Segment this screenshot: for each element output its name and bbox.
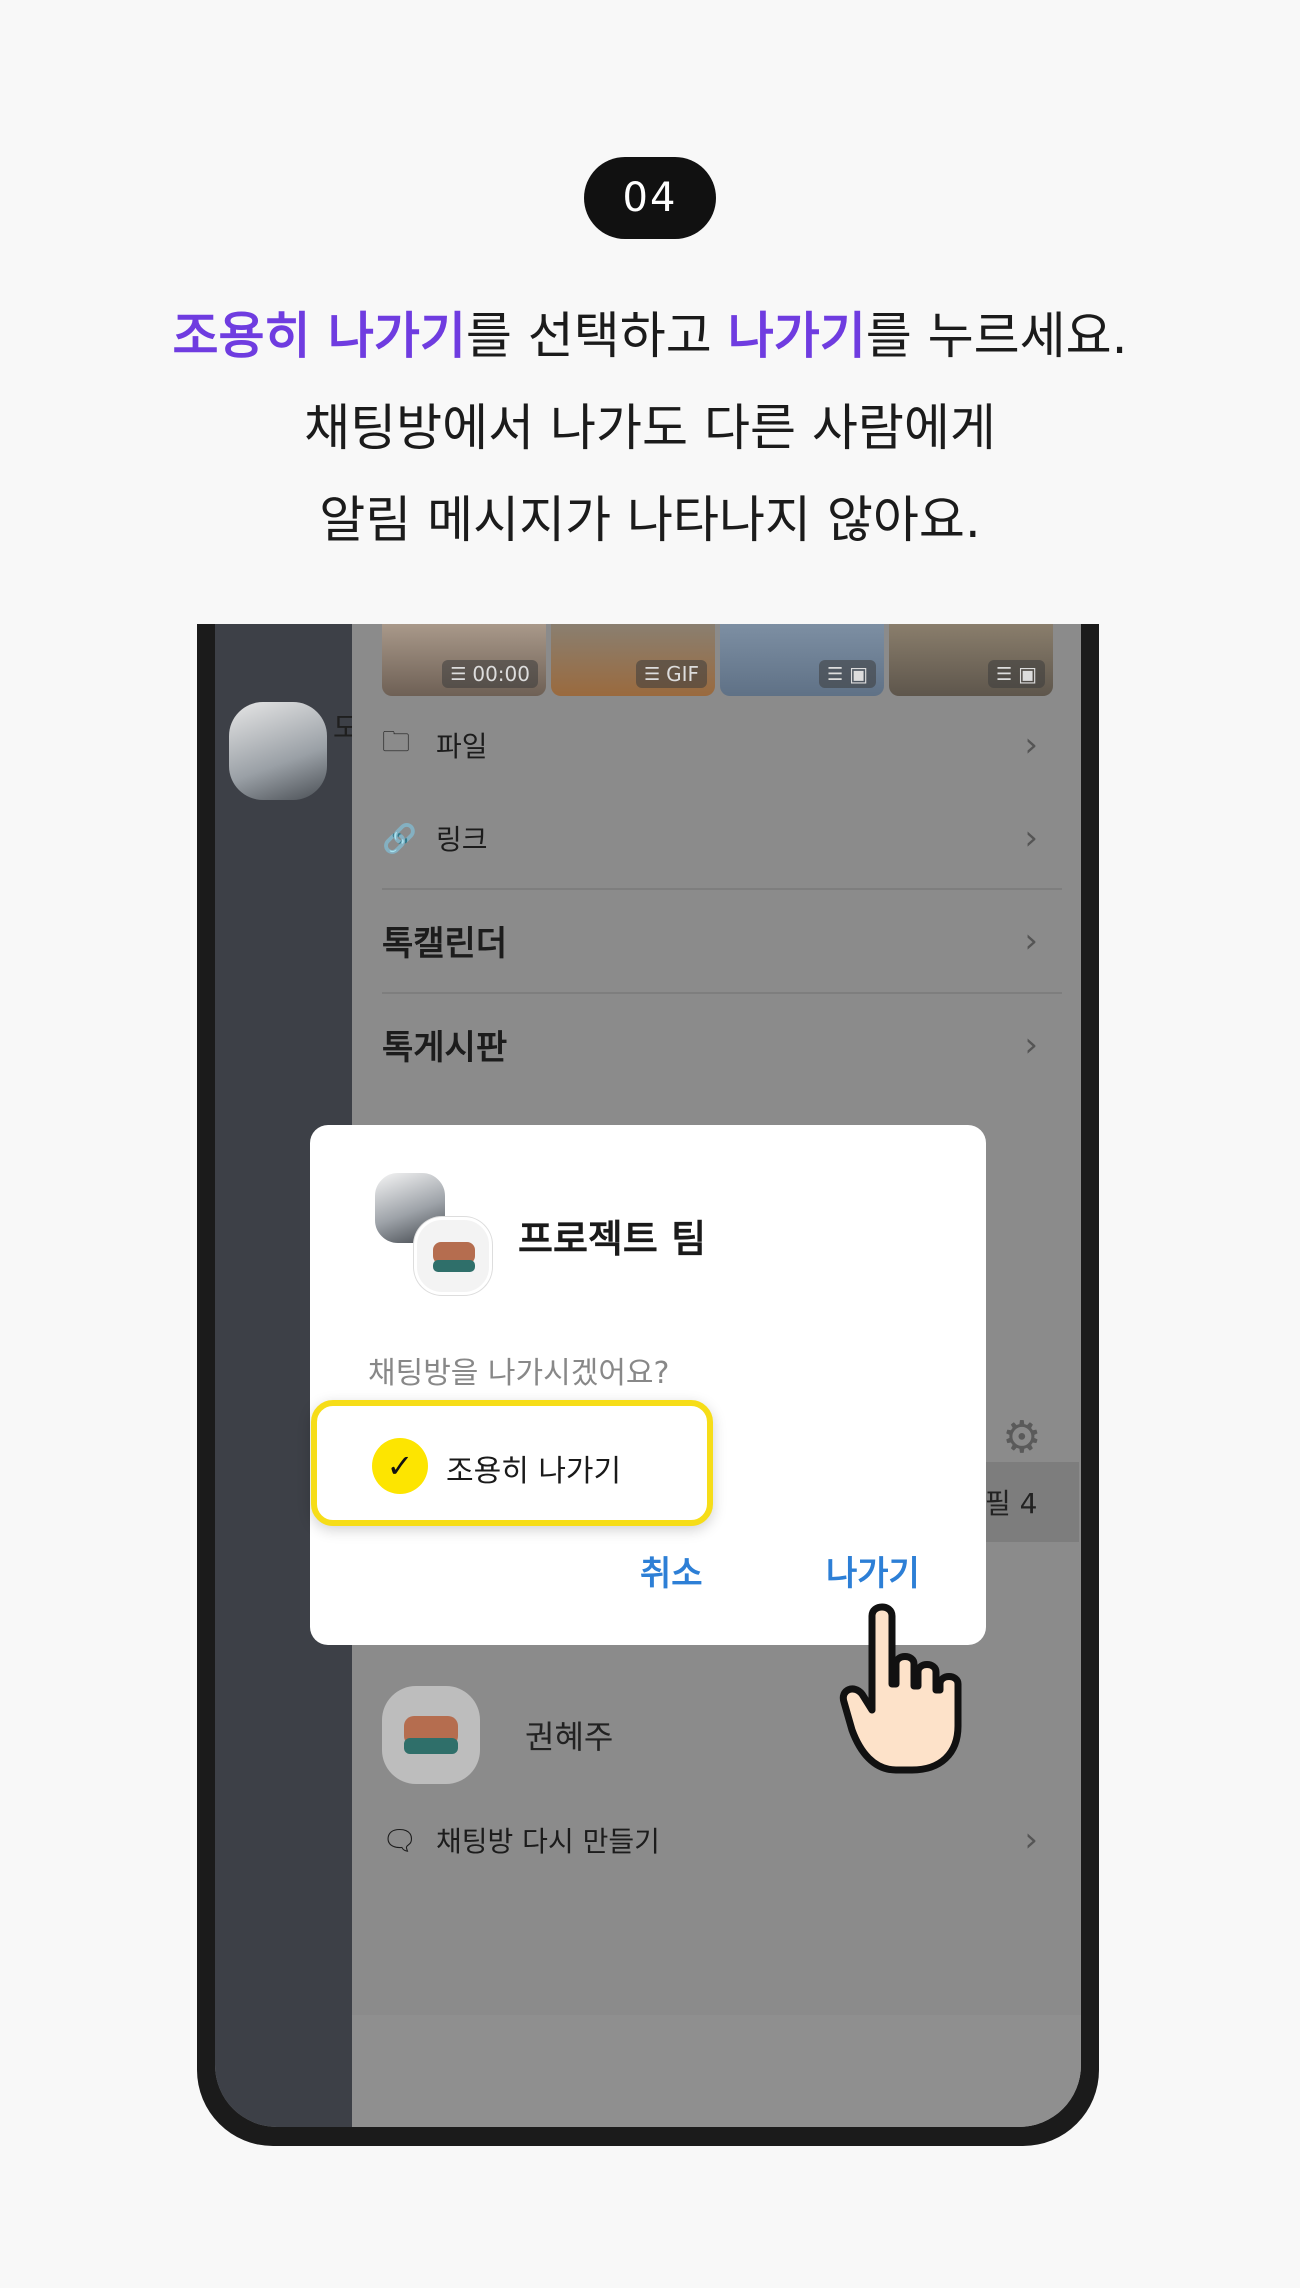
media-thumb[interactable]: ☰ ▣ xyxy=(889,624,1053,696)
media-thumb[interactable]: ☰ 00:00 xyxy=(382,624,546,696)
quiet-leave-label: 조용히 나가기 xyxy=(446,1454,622,1489)
menu-calendar-label: 톡캘린더 xyxy=(382,924,508,964)
step-badge: 04 xyxy=(584,157,716,239)
room-name: 프로젝트 팀 xyxy=(518,1217,707,1261)
instruction-headline: 조용히 나가기를 선택하고 나가기를 누르세요. 채팅방에서 나가도 다른 사람… xyxy=(0,290,1300,566)
menu-board[interactable]: 톡게시판 › xyxy=(382,1020,1062,1069)
check-icon[interactable]: ✓ xyxy=(372,1438,428,1494)
media-thumbnails: ☰ 00:00 ☰ GIF ☰ ▣ ☰ ▣ xyxy=(382,624,1053,696)
menu-files-label: 파일 xyxy=(436,730,488,763)
headline-text: 를 누르세요. xyxy=(865,307,1128,365)
chevron-right-icon: › xyxy=(1024,920,1038,961)
avatar xyxy=(229,702,327,800)
menu-links-label: 링크 xyxy=(436,823,488,856)
chevron-right-icon: › xyxy=(1024,1024,1038,1065)
leave-button[interactable]: 나가기 xyxy=(826,1546,920,1595)
headline-line-2: 채팅방에서 나가도 다른 사람에게 xyxy=(304,399,996,457)
member-name[interactable]: 권혜주 xyxy=(525,1712,613,1758)
lines-icon: ☰ xyxy=(643,663,661,685)
lines-icon: ☰ xyxy=(450,663,467,685)
lines-icon: ☰ xyxy=(826,663,844,685)
gif-label: GIF xyxy=(666,662,699,686)
gear-icon[interactable]: ⚙ xyxy=(1002,1412,1041,1463)
leave-question: 채팅방을 나가시겠어요? xyxy=(368,1356,670,1391)
link-icon: 🔗 xyxy=(382,821,417,855)
folder-icon: 🗀 xyxy=(382,725,411,758)
pointing-hand-icon xyxy=(839,1603,962,1774)
menu-calendar[interactable]: 톡캘린더 › xyxy=(382,916,1062,965)
media-thumb[interactable]: ☰ ▣ xyxy=(720,624,884,696)
remake-chatroom-label: 채팅방 다시 만들기 xyxy=(436,1825,660,1858)
remake-chatroom[interactable]: 🗨 채팅방 다시 만들기 › xyxy=(382,1820,1062,1860)
lines-icon: ☰ xyxy=(995,663,1013,685)
headline-accent-leave: 나가기 xyxy=(727,307,866,365)
room-avatar-secondary xyxy=(414,1217,492,1295)
headline-accent-quiet: 조용히 나가기 xyxy=(172,307,466,365)
image-icon: ▣ xyxy=(1018,662,1037,686)
video-duration: 00:00 xyxy=(472,662,530,686)
menu-board-label: 톡게시판 xyxy=(382,1028,508,1068)
drawer-bottom-bar xyxy=(352,2015,1081,2127)
headline-text: 를 선택하고 xyxy=(465,307,728,365)
chevron-right-icon: › xyxy=(1024,1820,1038,1860)
member-avatar xyxy=(382,1686,480,1784)
chevron-right-icon: › xyxy=(1024,818,1038,858)
cancel-button[interactable]: 취소 xyxy=(640,1546,703,1595)
menu-links[interactable]: 🔗 링크 › xyxy=(382,818,1062,858)
speech-bubble-icon: 🗨 xyxy=(382,1823,418,1857)
profile-pill[interactable]: 필 4 xyxy=(975,1462,1079,1542)
headline-line-3: 알림 메시지가 나타나지 않아요. xyxy=(319,491,981,549)
divider xyxy=(382,888,1062,890)
divider xyxy=(382,992,1062,994)
media-thumb[interactable]: ☰ GIF xyxy=(551,624,715,696)
image-icon: ▣ xyxy=(849,662,868,686)
chevron-right-icon: › xyxy=(1024,725,1038,765)
menu-files[interactable]: 🗀 파일 › xyxy=(382,721,1062,769)
